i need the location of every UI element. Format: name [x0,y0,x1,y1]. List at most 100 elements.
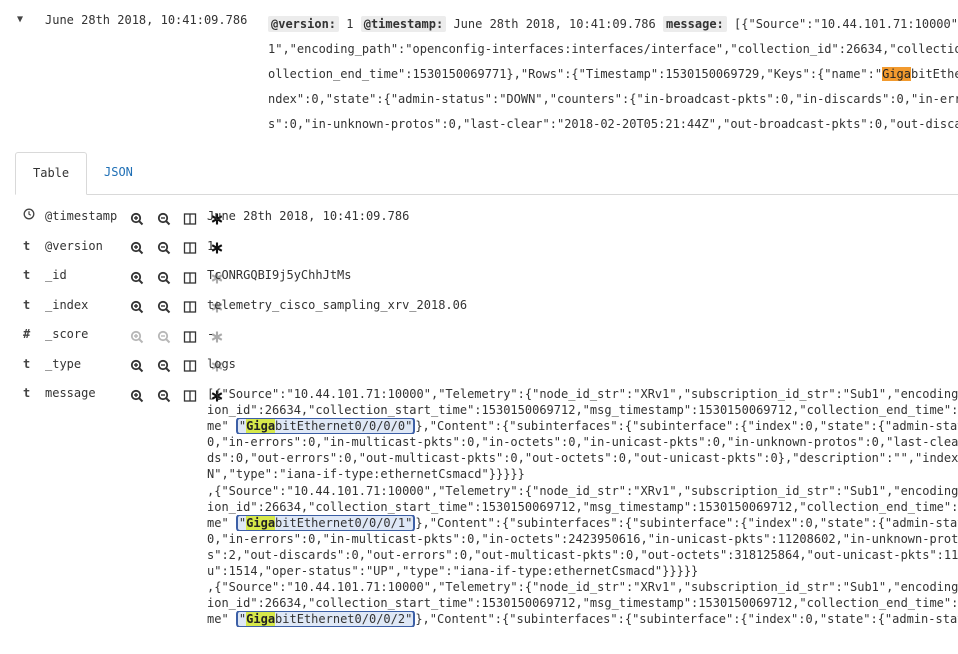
string-type-icon: t [23,238,31,253]
message-text: me" [207,515,236,530]
summary-line: s":0,"in-unknown-protos":0,"last-clear":… [268,117,958,131]
string-type-icon: t [23,297,31,312]
collapse-caret-icon[interactable]: ▼ [17,14,23,25]
message-preview: [{"Source":"10.44.101.71:10000","Telemet… [734,17,958,31]
filter-out-value-icon[interactable] [157,300,171,314]
message-text: bitEthernet0/0/0/2" [275,612,413,627]
field-value: TcONRGQBI9j5yChhJtMs [207,268,352,282]
field-name: @timestamp [45,209,118,223]
summary-line: 1","encoding_path":"openconfig-interface… [268,42,958,56]
message-line: u":1514,"oper-status":"UP","type":"iana-… [207,564,699,579]
search-highlight: Giga [246,515,276,530]
message-value: [{"Source":"10.44.101.71:10000","Telemet… [207,386,958,628]
message-line: ds":0,"out-errors":0,"out-multicast-pkts… [207,451,958,466]
message-text: me" [207,612,236,627]
document-summary-row[interactable]: ▼ June 28th 2018, 10:41:09.786 @version:… [0,0,958,150]
filter-out-value-icon[interactable] [157,359,171,373]
timestamp-key: @timestamp: [360,16,447,32]
message-line: ion_id":26634,"collection_start_time":15… [207,596,958,611]
filter-out-value-icon[interactable] [157,241,171,255]
message-line: me" "GigabitEthernet0/0/0/0"},"Content":… [207,418,958,435]
toggle-column-icon[interactable] [183,212,197,226]
message-line: ion_id":26634,"collection_start_time":15… [207,403,958,418]
search-highlight: Giga [246,612,276,627]
document-summary: @version: 1 @timestamp: June 28th 2018, … [268,12,958,137]
message-text: },"Content":{"subinterfaces":{"subinterf… [415,419,958,434]
message-text: },"Content":{"subinterfaces":{"subinterf… [415,612,958,627]
filter-for-value-icon[interactable] [130,300,144,314]
table-row: t _id TcONRGQBI9j5yChhJtMs [0,261,958,291]
message-text: },"Content":{"subinterfaces":{"subinterf… [415,515,958,530]
field-value: June 28th 2018, 10:41:09.786 [207,209,410,223]
table-row: @timestamp June 28th 2018, 10:41:09.786 [0,202,958,232]
filter-for-value-icon[interactable] [130,359,144,373]
message-line: 0,"in-errors":0,"in-multicast-pkts":0,"i… [207,435,958,450]
string-type-icon: t [23,386,31,400]
filter-out-value-icon[interactable] [157,330,171,344]
message-line: me" "GigabitEthernet0/0/0/2"},"Content":… [207,611,958,628]
table-row: t message [{"Source":"10.44.101.71:10000… [0,379,958,639]
filter-for-value-icon[interactable] [130,212,144,226]
field-name: _id [45,268,67,282]
message-line: ion_id":26634,"collection_start_time":15… [207,499,958,514]
message-line: me" "GigabitEthernet0/0/0/1"},"Content":… [207,514,958,531]
field-value: logs [207,356,236,371]
summary-text: ollection_end_time":1530150069771},"Rows… [268,67,883,81]
filter-out-value-icon[interactable] [157,271,171,285]
message-line: s":2,"out-discards":0,"out-errors":0,"ou… [207,547,958,562]
fields-table: @timestamp June 28th 2018, 10:41:09.786 … [0,202,958,639]
search-highlight: Giga [246,419,276,434]
message-line: ,{"Source":"10.44.101.71:10000","Telemet… [207,483,958,498]
string-type-icon: t [23,268,31,282]
message-line: [{"Source":"10.44.101.71:10000","Telemet… [207,387,958,401]
doc-view-tabs: Table JSON [15,152,958,195]
number-type-icon: # [23,327,31,341]
field-name: _index [45,297,89,312]
timestamp-value: June 28th 2018, 10:41:09.786 [453,17,656,31]
highlighted-interface-name: "GigabitEthernet0/0/0/1" [235,514,416,531]
field-value: telemetry_cisco_sampling_xrv_2018.06 [207,297,468,312]
summary-text: bitEthernet0/0/0/0"},"Content":{"subinte… [911,67,958,81]
table-row: # _score - [0,320,958,350]
clock-icon [23,208,35,223]
message-line: ,{"Source":"10.44.101.71:10000","Telemet… [207,580,958,595]
message-text: bitEthernet0/0/0/0" [275,419,413,434]
toggle-column-icon[interactable] [183,271,197,285]
message-line: 0,"in-errors":0,"in-multicast-pkts":0,"i… [207,531,958,546]
message-line: N","type":"iana-if-type:ethernetCsmacd"}… [207,467,525,482]
field-name: @version [45,238,103,253]
toggle-column-icon[interactable] [183,300,197,314]
filter-for-value-icon[interactable] [130,389,144,403]
field-value: 1 [207,238,215,253]
field-value: - [207,327,215,341]
filter-for-value-icon[interactable] [130,271,144,285]
version-key: @version: [268,16,340,32]
table-row: t @version 1 [0,232,958,262]
table-row: t _index telemetry_cisco_sampling_xrv_20… [0,291,958,321]
version-value: 1 [346,17,354,31]
filter-out-value-icon[interactable] [157,389,171,403]
document-timestamp: June 28th 2018, 10:41:09.786 [45,13,248,27]
field-name: _type [45,356,82,371]
tab-table[interactable]: Table [15,152,88,195]
message-text: bitEthernet0/0/0/1" [275,515,413,530]
search-highlight: Giga [882,67,911,81]
filter-for-value-icon[interactable] [130,241,144,255]
table-row: t _type logs [0,350,958,380]
filter-out-value-icon[interactable] [157,212,171,226]
filter-for-value-icon[interactable] [130,330,144,344]
message-text: me" [207,419,236,434]
highlighted-interface-name: "GigabitEthernet0/0/0/0" [235,418,416,435]
field-name: message [45,386,96,400]
summary-line: ndex":0,"state":{"admin-status":"DOWN","… [268,92,958,106]
string-type-icon: t [23,356,31,371]
toggle-column-icon[interactable] [183,241,197,255]
field-name: _score [45,327,89,341]
message-key: message: [662,16,727,32]
toggle-column-icon[interactable] [183,359,197,373]
toggle-column-icon[interactable] [183,389,197,403]
summary-line: ollection_end_time":1530150069771},"Rows… [268,62,958,87]
tab-json[interactable]: JSON [87,152,150,192]
toggle-column-icon[interactable] [183,330,197,344]
highlighted-interface-name: "GigabitEthernet0/0/0/2" [235,611,416,628]
